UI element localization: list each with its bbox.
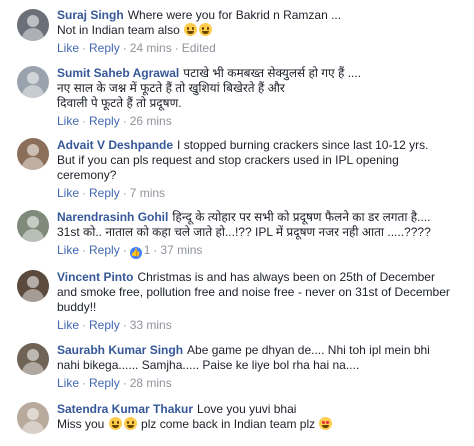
comment-actions: Like · Reply · 7 mins xyxy=(57,185,465,201)
comment-author[interactable]: Vincent Pinto xyxy=(57,270,133,284)
like-link[interactable]: Like xyxy=(57,114,79,128)
avatar[interactable] xyxy=(17,138,49,170)
grinning-emoji-icon xyxy=(123,417,137,430)
grinning-emoji-icon xyxy=(199,23,213,36)
comment-text: Christmas is and has always been on 25th… xyxy=(137,270,435,284)
timestamp[interactable]: 37 mins xyxy=(160,243,202,257)
timestamp[interactable]: 28 mins xyxy=(130,376,172,390)
comment-text: ceremony? xyxy=(57,168,117,182)
comment-actions: Like · Reply · 33 mins xyxy=(57,317,465,333)
avatar[interactable] xyxy=(17,9,49,41)
timestamp[interactable]: 33 mins xyxy=(130,318,172,332)
comment-text: Abe game pe dhyan de.... Nhi toh ipl mei… xyxy=(187,343,430,357)
like-link[interactable]: Like xyxy=(57,41,79,55)
separator: · xyxy=(122,376,127,390)
comment-text: Not in Indian team also xyxy=(57,23,180,37)
reply-link[interactable]: Reply xyxy=(89,186,120,200)
comment-author[interactable]: Satendra Kumar Thakur xyxy=(57,402,193,416)
comment-text: Miss you xyxy=(57,417,105,431)
timestamp[interactable]: 7 mins xyxy=(130,186,165,200)
comment-text: But if you can pls request and stop crac… xyxy=(57,153,399,167)
separator: · xyxy=(82,318,87,332)
edited-label[interactable]: Edited xyxy=(182,41,216,55)
avatar[interactable] xyxy=(17,343,49,375)
separator: · xyxy=(122,186,127,200)
comment-author[interactable]: Suraj Singh xyxy=(57,8,124,22)
comment-actions: Like · Reply · 26 mins xyxy=(57,113,465,129)
heart-eyes-emoji-icon xyxy=(319,417,333,430)
separator: · xyxy=(82,41,87,55)
reply-link[interactable]: Reply xyxy=(89,376,120,390)
comment-text: I stopped burning crackers since last 10… xyxy=(177,138,429,152)
comment-author[interactable]: Saurabh Kumar Singh xyxy=(57,343,183,357)
comment-text: पटाखे भी कमबख्त सेक्युलर्स हो गए हैं ...… xyxy=(183,66,362,80)
comment-text: buddy!! xyxy=(57,300,97,314)
like-link[interactable]: Like xyxy=(57,186,79,200)
separator: · xyxy=(153,243,158,257)
comment-text: Love you yuvi bhai xyxy=(197,402,297,416)
comment-text: 31st को.. नाताल को कहा चले जाते हो...!??… xyxy=(57,225,431,239)
timestamp[interactable]: 24 mins xyxy=(130,41,172,55)
comment-text: दिवाली पे फूटते हैं तो प्रदूषण. xyxy=(57,96,182,110)
separator: · xyxy=(122,41,127,55)
like-link[interactable]: Like xyxy=(57,376,79,390)
comment-text: हिन्दू के त्योहार पर सभी को प्रदूषण फैलन… xyxy=(172,210,431,224)
grinning-emoji-icon xyxy=(108,417,122,430)
comment-text: nahi bikega...... Samjha..... Paise ke l… xyxy=(57,358,360,372)
separator: · xyxy=(82,186,87,200)
avatar[interactable] xyxy=(17,210,49,242)
separator: · xyxy=(122,114,127,128)
reply-link[interactable]: Reply xyxy=(89,243,120,257)
comment-text: plz come back in Indian team plz xyxy=(141,417,316,431)
like-reaction-icon[interactable]: 👍 xyxy=(129,247,142,259)
separator: · xyxy=(82,376,87,390)
avatar[interactable] xyxy=(17,402,49,434)
comment-text: नए साल के जश्न में फूटते हैं तो खुशियां … xyxy=(57,81,285,95)
comment-actions: Like · Reply · 24 mins · Edited xyxy=(57,40,465,56)
like-link[interactable]: Like xyxy=(57,243,79,257)
separator: · xyxy=(122,318,127,332)
separator: · xyxy=(122,243,127,257)
reply-link[interactable]: Reply xyxy=(89,41,120,55)
comment-author[interactable]: Advait V Deshpande xyxy=(57,138,173,152)
reply-link[interactable]: Reply xyxy=(89,318,120,332)
avatar[interactable] xyxy=(17,270,49,302)
comment-actions: Like · Reply · 👍 1 · 37 mins xyxy=(57,242,465,259)
separator: · xyxy=(82,114,87,128)
comment-feed: Suraj Singh Where were you for Bakrid n R… xyxy=(0,0,474,446)
reply-link[interactable]: Reply xyxy=(89,114,120,128)
comment-author[interactable]: Narendrasinh Gohil xyxy=(57,210,168,224)
comment-text: Where were you for Bakrid n Ramzan ... xyxy=(127,8,342,22)
comment-text: and smoke free, pollution free and noise… xyxy=(57,285,450,299)
comment-author[interactable]: Sumit Saheb Agrawal xyxy=(57,66,179,80)
avatar[interactable] xyxy=(17,66,49,98)
reaction-count[interactable]: 1 xyxy=(144,243,151,257)
timestamp[interactable]: 26 mins xyxy=(130,114,172,128)
separator: · xyxy=(174,41,179,55)
separator: · xyxy=(82,243,87,257)
grinning-emoji-icon xyxy=(184,23,198,36)
like-link[interactable]: Like xyxy=(57,318,79,332)
comment-actions: Like · Reply · 28 mins xyxy=(57,375,465,391)
